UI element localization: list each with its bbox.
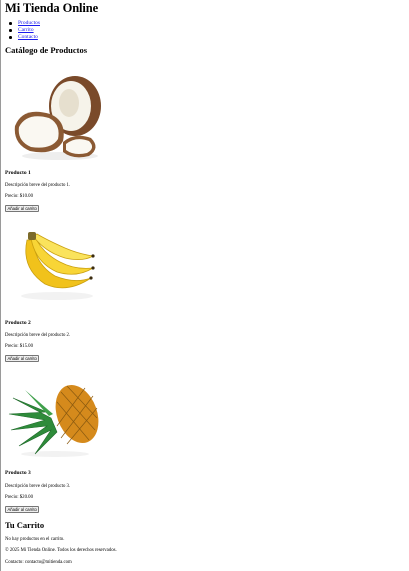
cart-heading: Tu Carrito (5, 520, 45, 530)
cart-empty-text: No hay productos en el carrito. (5, 537, 65, 542)
banana-image (5, 218, 105, 318)
product-price: Precio: $15.00 (5, 344, 33, 349)
nav-item-contacto: Contacto (5, 34, 40, 41)
product-name: Producto 2 (5, 320, 31, 326)
add-to-cart-button[interactable]: Añadir al carrito (5, 205, 40, 212)
footer-contact: Contacto: contacto@mitienda.com (5, 560, 72, 565)
footer-copyright: © 2025 Mi Tienda Online. Todos los derec… (5, 548, 117, 553)
nav-link-contacto[interactable]: Contacto (18, 34, 38, 40)
catalog-heading: Catálogo de Productos (5, 45, 88, 55)
product-name: Producto 1 (5, 170, 31, 176)
product-description: Descripción breve del producto 2. (5, 333, 71, 338)
product-description: Descripción breve del producto 1. (5, 183, 71, 188)
site-title: Mi Tienda Online (5, 1, 99, 15)
product-name: Producto 3 (5, 470, 31, 476)
page: Mi Tienda Online Productos Carrito Conta… (1, 0, 409, 571)
nav-item-carrito: Carrito (5, 27, 40, 34)
product-description: Descripción breve del producto 3. (5, 484, 71, 489)
nav-link-productos[interactable]: Productos (18, 20, 40, 26)
nav-link-carrito[interactable]: Carrito (18, 27, 34, 33)
main-nav: Productos Carrito Contacto (5, 20, 40, 41)
coconut-image (5, 66, 105, 166)
product-price: Precio: $10.00 (5, 194, 33, 199)
product-price: Precio: $20.00 (5, 495, 33, 500)
pineapple-image (5, 368, 105, 468)
add-to-cart-button[interactable]: Añadir al carrito (5, 355, 40, 362)
add-to-cart-button[interactable]: Añadir al carrito (5, 506, 40, 513)
nav-item-productos: Productos (5, 20, 40, 27)
